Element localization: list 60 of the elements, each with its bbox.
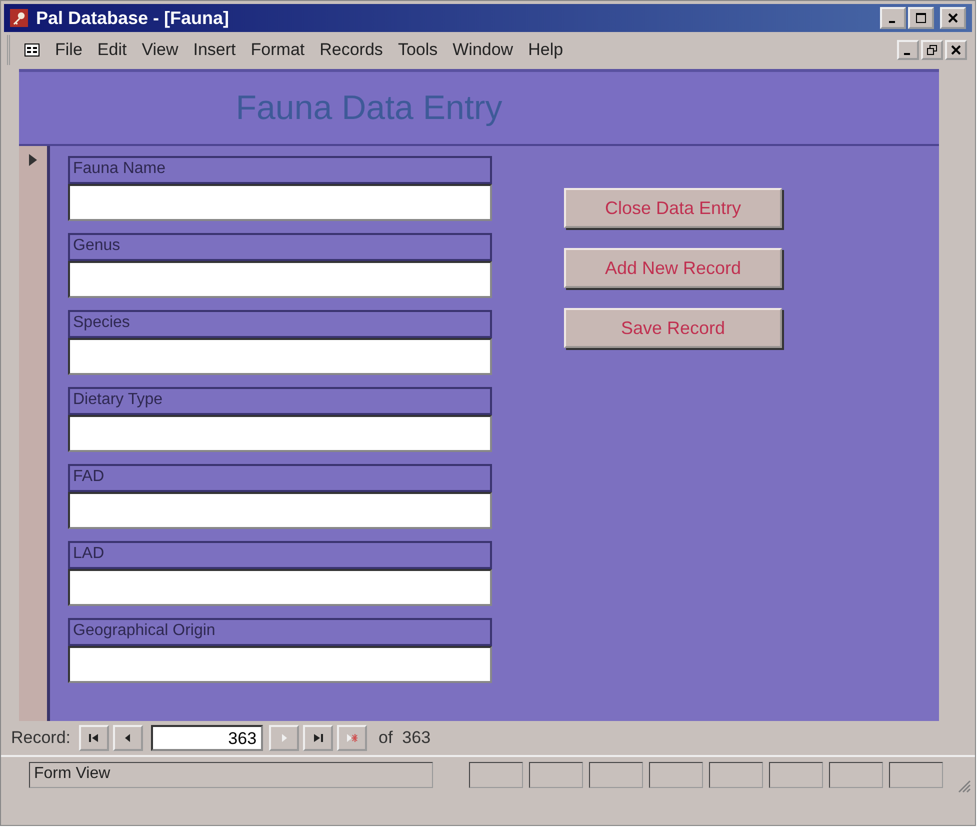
maximize-button[interactable] [908, 7, 934, 29]
new-record-icon [346, 733, 358, 743]
menu-item[interactable]: Tools [398, 40, 438, 60]
menu-item[interactable]: Window [452, 40, 514, 60]
maximize-icon [916, 13, 926, 23]
minimize-icon [904, 53, 910, 55]
input-field[interactable] [68, 415, 492, 452]
form-icon[interactable] [24, 42, 40, 58]
key-icon [10, 9, 28, 27]
field-label: Genus [68, 233, 492, 261]
last-record-icon [312, 733, 324, 743]
field-label: Dietary Type [68, 387, 492, 415]
record-number-field[interactable]: 363 [150, 725, 263, 751]
record-count: of 363 [378, 728, 431, 748]
first-record-icon [88, 733, 100, 743]
current-record-icon [29, 154, 37, 166]
input-field[interactable] [68, 646, 492, 683]
menu-item[interactable]: File [55, 40, 82, 60]
status-panel [469, 762, 523, 788]
record-label: Record: [11, 728, 71, 748]
field-label: Geographical Origin [68, 618, 492, 646]
field-label: LAD [68, 541, 492, 569]
field-label: FAD [68, 464, 492, 492]
menu-item[interactable]: Insert [193, 40, 236, 60]
input-field[interactable] [68, 338, 492, 375]
menu-item[interactable]: View [142, 40, 178, 60]
navigation-button[interactable] [78, 725, 109, 751]
status-panel [889, 762, 943, 788]
menu-item[interactable]: Edit [97, 40, 127, 60]
minimize-icon [889, 21, 895, 23]
status-panel [589, 762, 643, 788]
input-field[interactable] [68, 492, 492, 529]
form-title: Fauna Data Entry [236, 88, 502, 128]
close-icon [948, 13, 958, 23]
close-icon [951, 45, 961, 55]
input-field[interactable] [68, 569, 492, 606]
resize-grip-icon[interactable] [957, 779, 971, 793]
restore-button[interactable] [921, 40, 943, 60]
menu-item[interactable]: Format [250, 40, 305, 60]
restore-icon [927, 45, 937, 55]
record-selector[interactable] [19, 146, 50, 721]
navigation-button[interactable] [302, 725, 333, 751]
status-panel [529, 762, 583, 788]
menu-item[interactable]: Help [528, 40, 564, 60]
close-button[interactable] [940, 7, 966, 29]
minimize-button[interactable] [897, 40, 919, 60]
window-title: Pal Database - [Fauna] [36, 8, 230, 28]
field-label: Species [68, 310, 492, 338]
navigation-button[interactable] [112, 725, 143, 751]
status-text: Form View [29, 762, 433, 788]
close-button[interactable] [945, 40, 967, 60]
status-panel [829, 762, 883, 788]
input-field[interactable] [68, 261, 492, 298]
status-panel [709, 762, 763, 788]
input-field[interactable] [68, 184, 492, 221]
minimize-button[interactable] [880, 7, 906, 29]
field-label: Fauna Name [68, 156, 492, 184]
menu-item[interactable]: Records [320, 40, 383, 60]
status-panel [649, 762, 703, 788]
status-panel [769, 762, 823, 788]
